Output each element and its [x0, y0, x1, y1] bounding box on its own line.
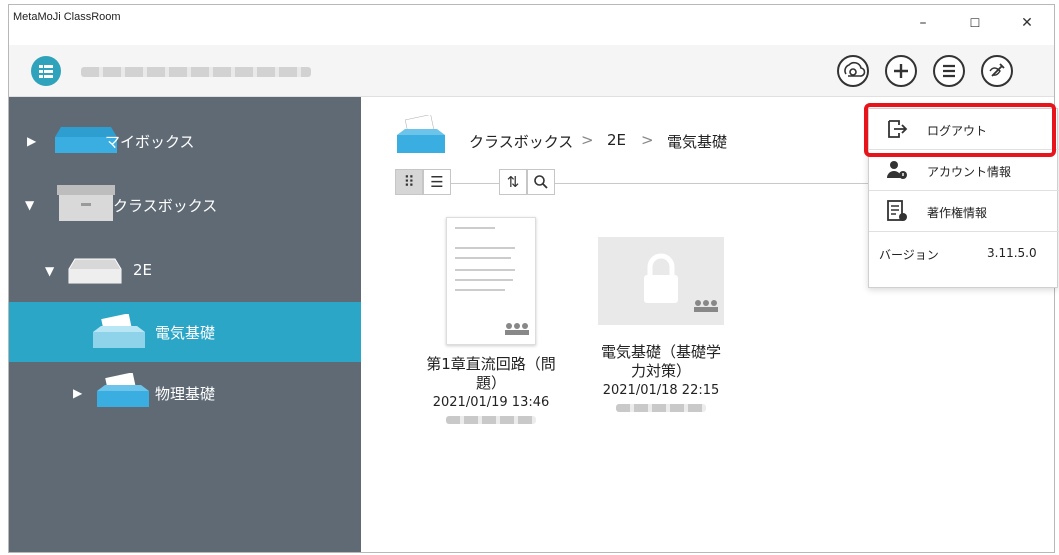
- title-bar: MetaMoJi ClassRoom – ☐ ✕: [9, 5, 1054, 45]
- version-label: バージョン: [879, 248, 939, 262]
- file-date: 2021/01/18 22:15: [602, 383, 720, 398]
- collapse-icon[interactable]: ▼: [45, 264, 54, 278]
- sidebar-item-2e[interactable]: ▼ 2E: [9, 241, 361, 301]
- file-date: 2021/01/19 13:46: [432, 395, 550, 410]
- sidebar-item-label: マイボックス: [105, 133, 195, 151]
- grid-view-icon[interactable]: ⠿: [395, 169, 423, 195]
- document-icon: [887, 200, 907, 221]
- menu-item-copyright[interactable]: 著作権情報: [869, 191, 1059, 232]
- owner-name-blurred: [446, 416, 536, 424]
- sidebar-item-mybox[interactable]: ▶ マイボックス: [9, 111, 361, 171]
- sidebar-item-label: クラスボックス: [113, 197, 218, 215]
- version-row: バージョン 3.11.5.0: [869, 232, 1059, 273]
- breadcrumb-current: 電気基礎: [667, 133, 728, 151]
- file-item[interactable]: 第1章直流回路（問 題） 2021/01/19 13:46: [401, 217, 581, 437]
- folder-icon: [397, 115, 445, 153]
- menu-item-label: アカウント情報: [927, 165, 1012, 179]
- sort-icon[interactable]: ⇅: [499, 169, 527, 195]
- breadcrumb-classbox[interactable]: クラスボックス: [469, 131, 573, 152]
- sidebar: ▶ マイボックス ▼ クラスボックス ▼ 2E 電気基礎 ▶ 物理基礎: [9, 97, 361, 552]
- pen-icon[interactable]: [981, 55, 1013, 87]
- camera-icon[interactable]: [837, 55, 869, 87]
- breadcrumb-separator: >: [641, 131, 654, 149]
- box-icon: [68, 258, 122, 284]
- user-name-blurred: [81, 67, 311, 77]
- highlight-box: [864, 103, 1056, 157]
- breadcrumb-separator: >: [581, 131, 594, 149]
- divider: [555, 183, 875, 184]
- search-icon[interactable]: [527, 169, 555, 195]
- version-value: 3.11.5.0: [987, 246, 1037, 260]
- close-button[interactable]: ✕: [1009, 11, 1045, 35]
- document-thumbnail: [446, 217, 536, 345]
- menu-item-label: 著作権情報: [927, 206, 988, 220]
- divider: [451, 183, 499, 184]
- locked-thumbnail: [598, 237, 724, 325]
- sidebar-item-label: 電気基礎: [155, 324, 216, 342]
- file-name-line2: 力対策）: [630, 362, 691, 380]
- minimize-button[interactable]: –: [905, 11, 941, 35]
- sidebar-item-denki-kiso[interactable]: 電気基礎: [9, 302, 361, 362]
- collapse-icon[interactable]: ▼: [25, 198, 34, 212]
- toolbar: [9, 45, 1054, 97]
- menu-icon[interactable]: [31, 56, 61, 86]
- folder-icon: [93, 314, 145, 348]
- owner-name-blurred: [616, 404, 706, 412]
- sidebar-item-label: 2E: [133, 261, 153, 279]
- list-icon[interactable]: [933, 55, 965, 87]
- expand-icon[interactable]: ▶: [73, 386, 82, 400]
- plus-icon[interactable]: [885, 55, 917, 87]
- maximize-button[interactable]: ☐: [957, 11, 993, 35]
- file-name: 第1章直流回路（問: [426, 355, 556, 373]
- account-icon: [887, 161, 907, 179]
- file-name-line2: 題）: [475, 374, 506, 392]
- sidebar-item-label: 物理基礎: [155, 385, 216, 403]
- expand-icon[interactable]: ▶: [27, 134, 36, 148]
- list-view-icon[interactable]: ☰: [423, 169, 451, 195]
- file-item[interactable]: 電気基礎（基礎学 力対策） 2021/01/18 22:15: [571, 217, 751, 437]
- sidebar-item-classbox[interactable]: ▼ クラスボックス: [9, 175, 361, 235]
- box-icon: [57, 185, 115, 221]
- breadcrumb-2e[interactable]: 2E: [607, 131, 626, 149]
- sidebar-item-butsuri-kiso[interactable]: ▶ 物理基礎: [9, 363, 361, 423]
- file-name: 電気基礎（基礎学: [600, 343, 721, 361]
- window-title: MetaMoJi ClassRoom: [13, 11, 121, 23]
- folder-icon: [97, 373, 149, 407]
